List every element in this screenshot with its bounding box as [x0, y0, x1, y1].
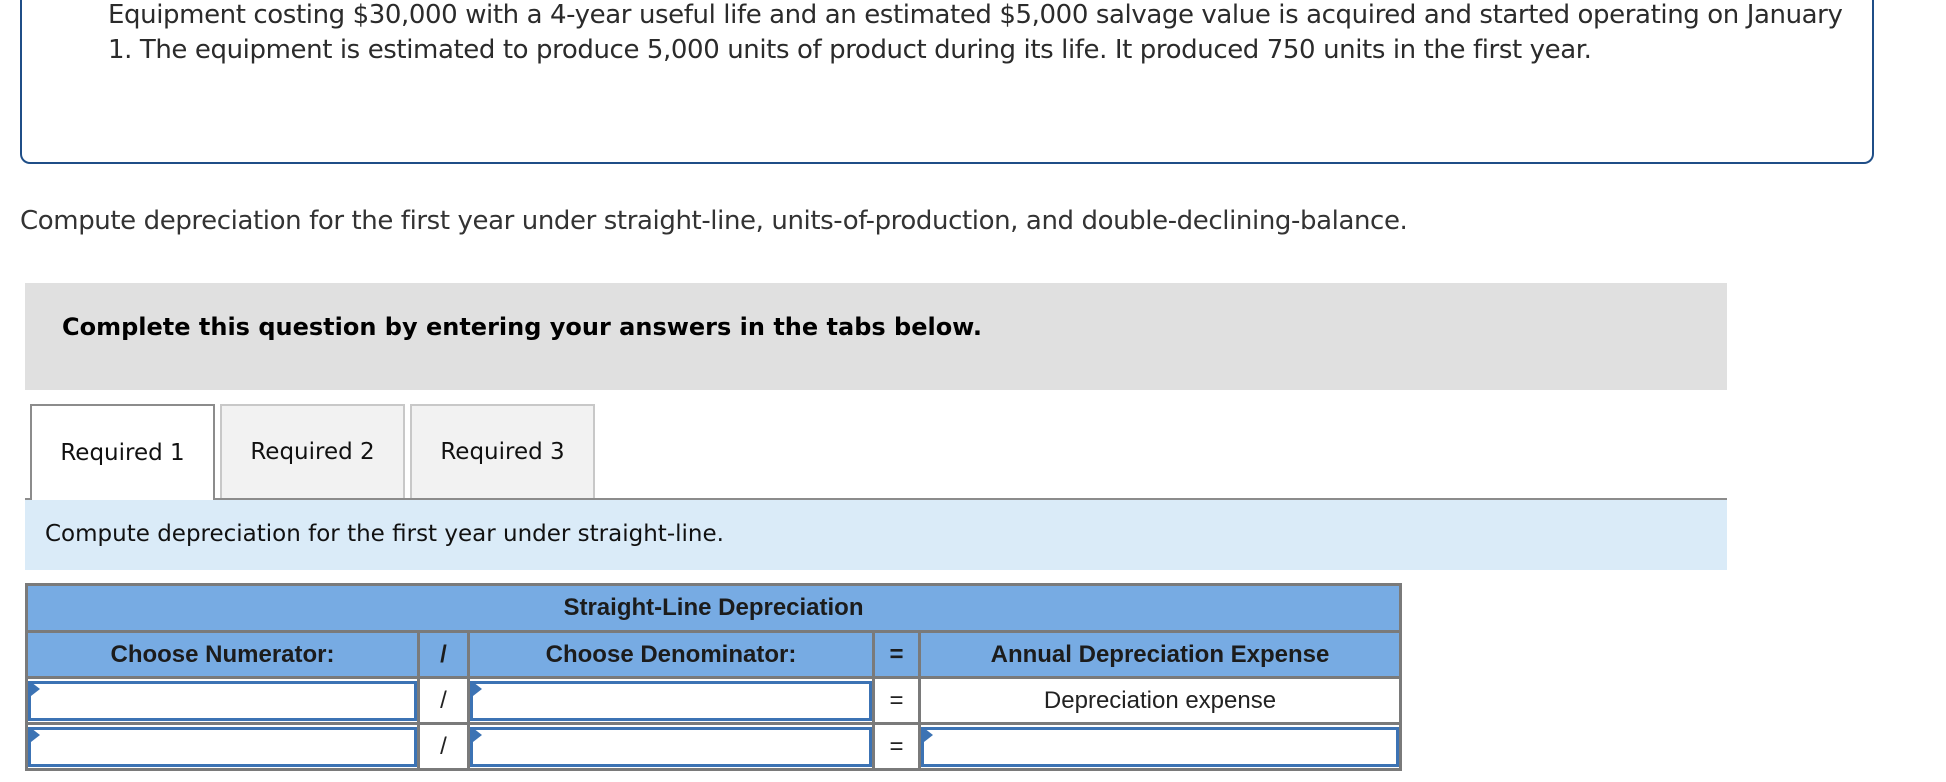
header-numerator: Choose Numerator: — [25, 630, 420, 679]
header-result: Annual Depreciation Expense — [918, 630, 1402, 679]
table-title: Straight-Line Depreciation — [25, 583, 1402, 633]
denominator-dropdown[interactable] — [470, 680, 872, 721]
dropdown-marker-icon — [473, 682, 482, 696]
numerator-value-input[interactable] — [28, 726, 417, 767]
tab-required-3[interactable]: Required 3 — [410, 404, 595, 498]
dropdown-marker-icon — [473, 728, 482, 742]
problem-statement-box: Equipment costing $30,000 with a 4-year … — [20, 0, 1874, 164]
subtask-text: Compute depreciation for the first year … — [45, 521, 724, 547]
dropdown-marker-icon — [31, 728, 40, 742]
result-label: Depreciation expense — [918, 676, 1402, 725]
header-divide: / — [417, 630, 470, 679]
denominator-value-input[interactable] — [470, 726, 872, 767]
header-equals: = — [872, 630, 921, 679]
dropdown-marker-icon — [924, 728, 933, 742]
straight-line-depreciation-table: Straight-Line Depreciation Choose Numera… — [25, 583, 1402, 771]
tab-required-2[interactable]: Required 2 — [220, 404, 405, 498]
divide-operator: / — [417, 722, 470, 771]
instructions-banner-text: Complete this question by entering your … — [62, 313, 982, 341]
tab-bar: Required 1 Required 2 Required 3 — [25, 404, 1727, 500]
dropdown-marker-icon — [31, 682, 40, 696]
header-denominator: Choose Denominator: — [467, 630, 875, 679]
problem-text: Equipment costing $30,000 with a 4-year … — [108, 0, 1843, 65]
divide-operator: / — [417, 676, 470, 725]
depreciation-expense-input[interactable] — [921, 726, 1399, 767]
equals-operator: = — [872, 722, 921, 771]
table-row: / = — [25, 722, 1402, 771]
subtask-banner: Compute depreciation for the first year … — [25, 500, 1727, 570]
equals-operator: = — [872, 676, 921, 725]
table-row: / = Depreciation expense — [25, 676, 1402, 725]
instructions-banner: Complete this question by entering your … — [25, 283, 1727, 390]
tab-required-1[interactable]: Required 1 — [30, 404, 215, 500]
numerator-dropdown[interactable] — [28, 680, 417, 721]
question-instruction: Compute depreciation for the first year … — [20, 206, 1408, 236]
